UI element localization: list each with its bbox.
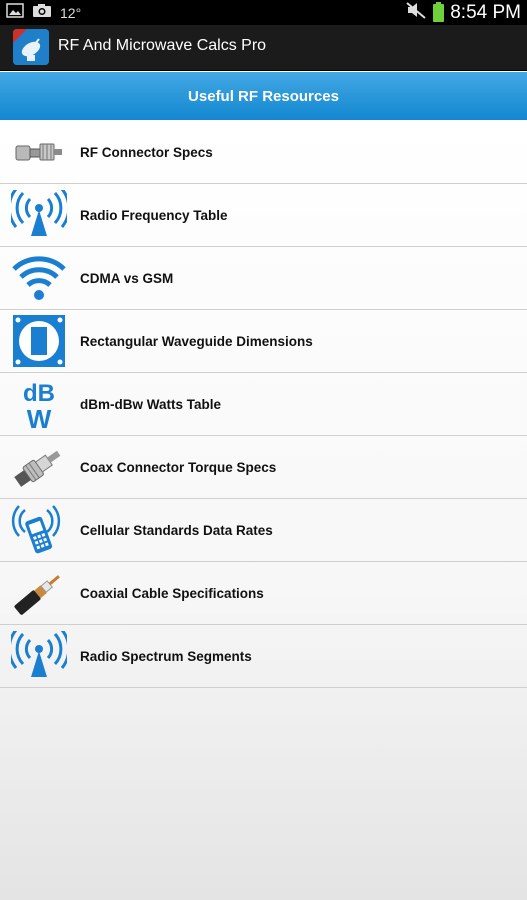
cell-phone-icon	[11, 504, 67, 556]
status-bar: 12° 8:54 PM	[0, 0, 527, 25]
coax-connector-icon	[11, 441, 67, 493]
battery-icon	[433, 1, 445, 22]
antenna-tower-icon	[11, 189, 67, 241]
list-item-label: Rectangular Waveguide Dimensions	[80, 333, 313, 349]
list-item-label: dBm-dBw Watts Table	[80, 396, 221, 412]
gallery-icon	[6, 3, 24, 23]
status-bar-left: 12°	[6, 3, 81, 23]
list-item-rectangular-waveguide-dimensions[interactable]: Rectangular Waveguide Dimensions	[0, 310, 527, 373]
clock: 8:54 PM	[450, 1, 521, 23]
app-title: RF And Microwave Calcs Pro	[58, 37, 267, 54]
temperature: 12°	[60, 5, 82, 21]
list-item-label: Radio Frequency Table	[80, 207, 228, 223]
dbw-icon: dB W	[11, 378, 67, 430]
app-logo-icon[interactable]	[13, 29, 49, 65]
dbw-icon-top-text: dB	[23, 380, 55, 407]
list-item-cdma-vs-gsm[interactable]: CDMA vs GSM	[0, 247, 527, 310]
list-item-coax-connector-torque-specs[interactable]: Coax Connector Torque Specs	[0, 436, 527, 499]
list-item-coaxial-cable-specifications[interactable]: Coaxial Cable Specifications	[0, 562, 527, 625]
mute-icon	[405, 1, 427, 24]
list-item-rf-connector-specs[interactable]: RF Connector Specs	[0, 121, 527, 184]
list-item-label: Radio Spectrum Segments	[80, 648, 252, 664]
section-title: Useful RF Resources	[188, 87, 339, 105]
list-item-radio-spectrum-segments[interactable]: Radio Spectrum Segments	[0, 625, 527, 688]
list-item-label: Coax Connector Torque Specs	[80, 459, 277, 475]
section-header: Useful RF Resources	[0, 72, 527, 120]
rf-connector-icon	[11, 126, 67, 178]
action-bar: RF And Microwave Calcs Pro	[0, 25, 527, 71]
list-item-label: RF Connector Specs	[80, 144, 213, 160]
list-item-radio-frequency-table[interactable]: Radio Frequency Table	[0, 184, 527, 247]
wifi-icon	[11, 252, 67, 304]
waveguide-icon	[11, 315, 67, 367]
camera-icon	[32, 3, 52, 23]
antenna-tower-icon	[11, 630, 67, 682]
list-item-cellular-standards-data-rates[interactable]: Cellular Standards Data Rates	[0, 499, 527, 562]
list-item-label: Cellular Standards Data Rates	[80, 522, 273, 538]
status-bar-right: 8:54 PM	[405, 1, 521, 24]
resource-list: RF Connector Specs Radio Frequency Table	[0, 121, 527, 900]
dbw-icon-bottom-text: W	[27, 404, 52, 430]
list-item-label: Coaxial Cable Specifications	[80, 585, 264, 601]
list-item-dbm-dbw-watts-table[interactable]: dB W dBm-dBw Watts Table	[0, 373, 527, 436]
coaxial-cable-icon	[11, 567, 67, 619]
list-item-label: CDMA vs GSM	[80, 270, 174, 286]
